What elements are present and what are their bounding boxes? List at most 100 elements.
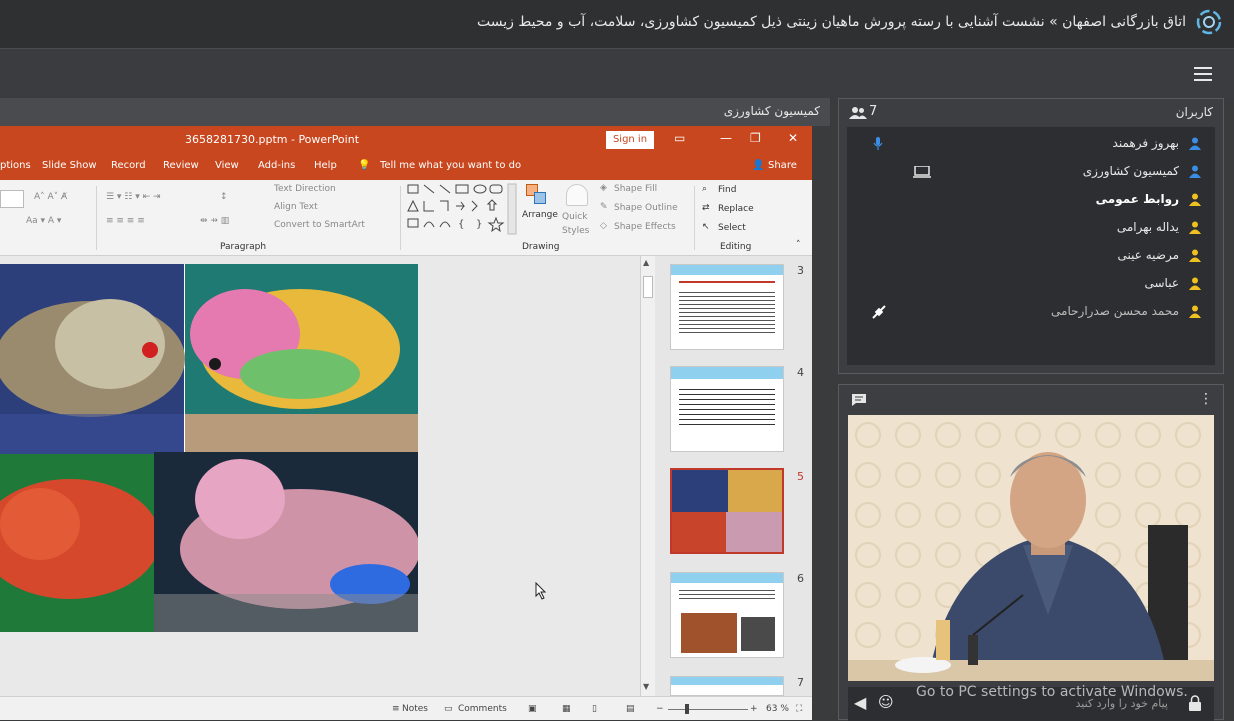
meeting-title: اتاق بازرگانی اصفهان » نشست آشنایی با رس… [477, 14, 1186, 30]
align-text-button[interactable]: Align Text [274, 202, 318, 212]
quick-styles-button[interactable]: Quick Styles [562, 210, 592, 238]
tab-add-ins[interactable]: Add-ins [258, 160, 295, 171]
slide-thumbnail-7[interactable] [670, 676, 784, 696]
tab-help[interactable]: Help [314, 160, 337, 171]
app-logo-icon [1196, 9, 1222, 35]
font-size-box[interactable] [0, 190, 24, 208]
powerpoint-titlebar: 3658281730.pptm - PowerPoint Sign in ▭ —… [0, 126, 812, 154]
scroll-down-icon[interactable]: ▼ [643, 682, 649, 691]
user-item[interactable]: کمیسیون کشاورزی [865, 161, 1205, 183]
fit-to-window-icon[interactable]: ⛶ [796, 704, 802, 714]
align-icons[interactable]: ≡ ≡ ≡ ≡ [106, 216, 145, 226]
users-icon [849, 107, 867, 119]
zoom-slider[interactable] [668, 709, 748, 710]
font-grow-icon[interactable]: A˄ A˅ A̸ [34, 192, 67, 202]
replace-button[interactable]: Replace [718, 204, 754, 214]
more-options-icon[interactable]: ⋮ [1199, 391, 1213, 407]
tab-review[interactable]: Review [163, 160, 199, 171]
slide-number: 7 [797, 676, 804, 689]
zoom-in-icon[interactable]: + [750, 704, 758, 714]
menu-icon[interactable] [1194, 67, 1212, 81]
ribbon-separator [694, 186, 695, 250]
line-spacing-icon[interactable]: ↕ [220, 192, 228, 202]
comments-button[interactable]: Comments [458, 704, 507, 714]
slide-sorter-icon[interactable]: ▦ [562, 704, 571, 714]
user-name: یداله بهرامی [1116, 220, 1179, 234]
bullets-icon[interactable]: ☰ ▾ ☷ ▾ ⇤ ⇥ [106, 192, 161, 202]
tab-options[interactable]: ptions [0, 160, 31, 171]
close-icon[interactable]: ✕ [788, 131, 798, 145]
slide-number: 4 [797, 366, 804, 379]
user-item[interactable]: بهروز فرهمند [865, 133, 1205, 155]
video-feed [848, 415, 1214, 681]
select-button[interactable]: Select [718, 223, 746, 233]
slide-canvas [0, 256, 640, 696]
editing-group-label: Editing [720, 242, 752, 252]
slide-thumbnail-3[interactable] [670, 264, 784, 350]
file-title: 3658281730.pptm - PowerPoint [185, 133, 360, 146]
tab-record[interactable]: Record [111, 160, 146, 171]
shape-fill-icon: ◈ [600, 183, 607, 193]
user-item[interactable]: عباسی [865, 273, 1205, 295]
user-item[interactable]: یداله بهرامی [865, 217, 1205, 239]
scroll-thumb[interactable] [643, 276, 653, 298]
send-icon[interactable]: ◀ [854, 693, 866, 712]
comments-icon: ▭ [444, 704, 453, 714]
slide-number: 5 [797, 470, 804, 483]
person-icon [1189, 277, 1201, 290]
user-item[interactable]: مرضیه عینی [865, 245, 1205, 267]
zoom-out-icon[interactable]: − [656, 704, 664, 714]
user-name: مرضیه عینی [1117, 248, 1179, 262]
shared-screen: 3658281730.pptm - PowerPoint Sign in ▭ —… [0, 126, 812, 720]
thumbnails-scrollbar[interactable]: ▲ ▼ [641, 256, 655, 696]
reading-view-icon[interactable]: ▯ [592, 704, 597, 714]
powerpoint-status-bar: ≡ Notes ▭ Comments ▣ ▦ ▯ ▤ − + 63 % ⛶ [0, 696, 812, 720]
shape-outline-button[interactable]: Shape Outline [614, 203, 678, 213]
tab-view[interactable]: View [215, 160, 239, 171]
user-item[interactable]: محمد محسن صدرارحامی [865, 301, 1205, 323]
person-icon [1189, 305, 1201, 318]
restore-icon[interactable]: ❐ [750, 131, 761, 145]
slide-fish-images [0, 264, 418, 632]
slide-thumbnail-5[interactable] [670, 468, 784, 554]
users-panel: 7 کاربران بهروز فرهمند کمیسیون کشاورزی ر… [838, 98, 1224, 374]
collapse-ribbon-icon[interactable]: ˄ [796, 240, 801, 250]
tab-slide-show[interactable]: Slide Show [42, 160, 97, 171]
shape-effects-icon: ◇ [600, 221, 607, 231]
find-icon: ⌕ [702, 184, 708, 194]
chat-icon[interactable] [851, 393, 867, 407]
person-icon [1189, 193, 1201, 206]
shapes-gallery[interactable]: {} [406, 182, 518, 236]
scroll-up-icon[interactable]: ▲ [643, 258, 649, 267]
zoom-slider-thumb[interactable] [685, 704, 689, 714]
column-icons[interactable]: ⇹ ⇸ ▥ [200, 216, 229, 226]
slide-thumbnail-6[interactable] [670, 572, 784, 658]
arrange-button[interactable]: Arrange [522, 210, 558, 220]
mouse-cursor-icon [535, 582, 547, 600]
zoom-level[interactable]: 63 % [766, 704, 789, 714]
text-direction-button[interactable]: Text Direction [274, 184, 336, 194]
microphone-icon[interactable] [873, 137, 883, 151]
minimize-icon[interactable]: — [720, 131, 732, 145]
slide-number: 3 [797, 264, 804, 277]
shape-fill-button[interactable]: Shape Fill [614, 184, 657, 194]
convert-smartart-button[interactable]: Convert to SmartArt [274, 220, 365, 230]
notes-button[interactable]: Notes [402, 704, 428, 714]
normal-view-icon[interactable]: ▣ [528, 704, 537, 714]
slide-thumbnails-pane: ▲ ▼ 3 4 5 6 7 [640, 256, 812, 696]
user-item[interactable]: روابط عمومی [865, 189, 1205, 211]
arrange-icon [526, 184, 546, 206]
ribbon-display-icon[interactable]: ▭ [674, 131, 685, 145]
slide-thumbnail-4[interactable] [670, 366, 784, 452]
emoji-icon[interactable]: ☺ [878, 693, 894, 711]
sign-in-button[interactable]: Sign in [606, 131, 654, 149]
find-button[interactable]: Find [718, 185, 736, 195]
share-button[interactable]: Share [768, 160, 797, 171]
notes-icon: ≡ [392, 704, 400, 714]
slideshow-view-icon[interactable]: ▤ [626, 704, 635, 714]
tell-me-input[interactable]: Tell me what you want to do [380, 160, 521, 171]
user-name: بهروز فرهمند [1112, 136, 1179, 150]
users-header: 7 کاربران [839, 99, 1223, 127]
shape-effects-button[interactable]: Shape Effects [614, 222, 676, 232]
font-color-icon[interactable]: Aa ▾ A ▾ [26, 216, 61, 226]
